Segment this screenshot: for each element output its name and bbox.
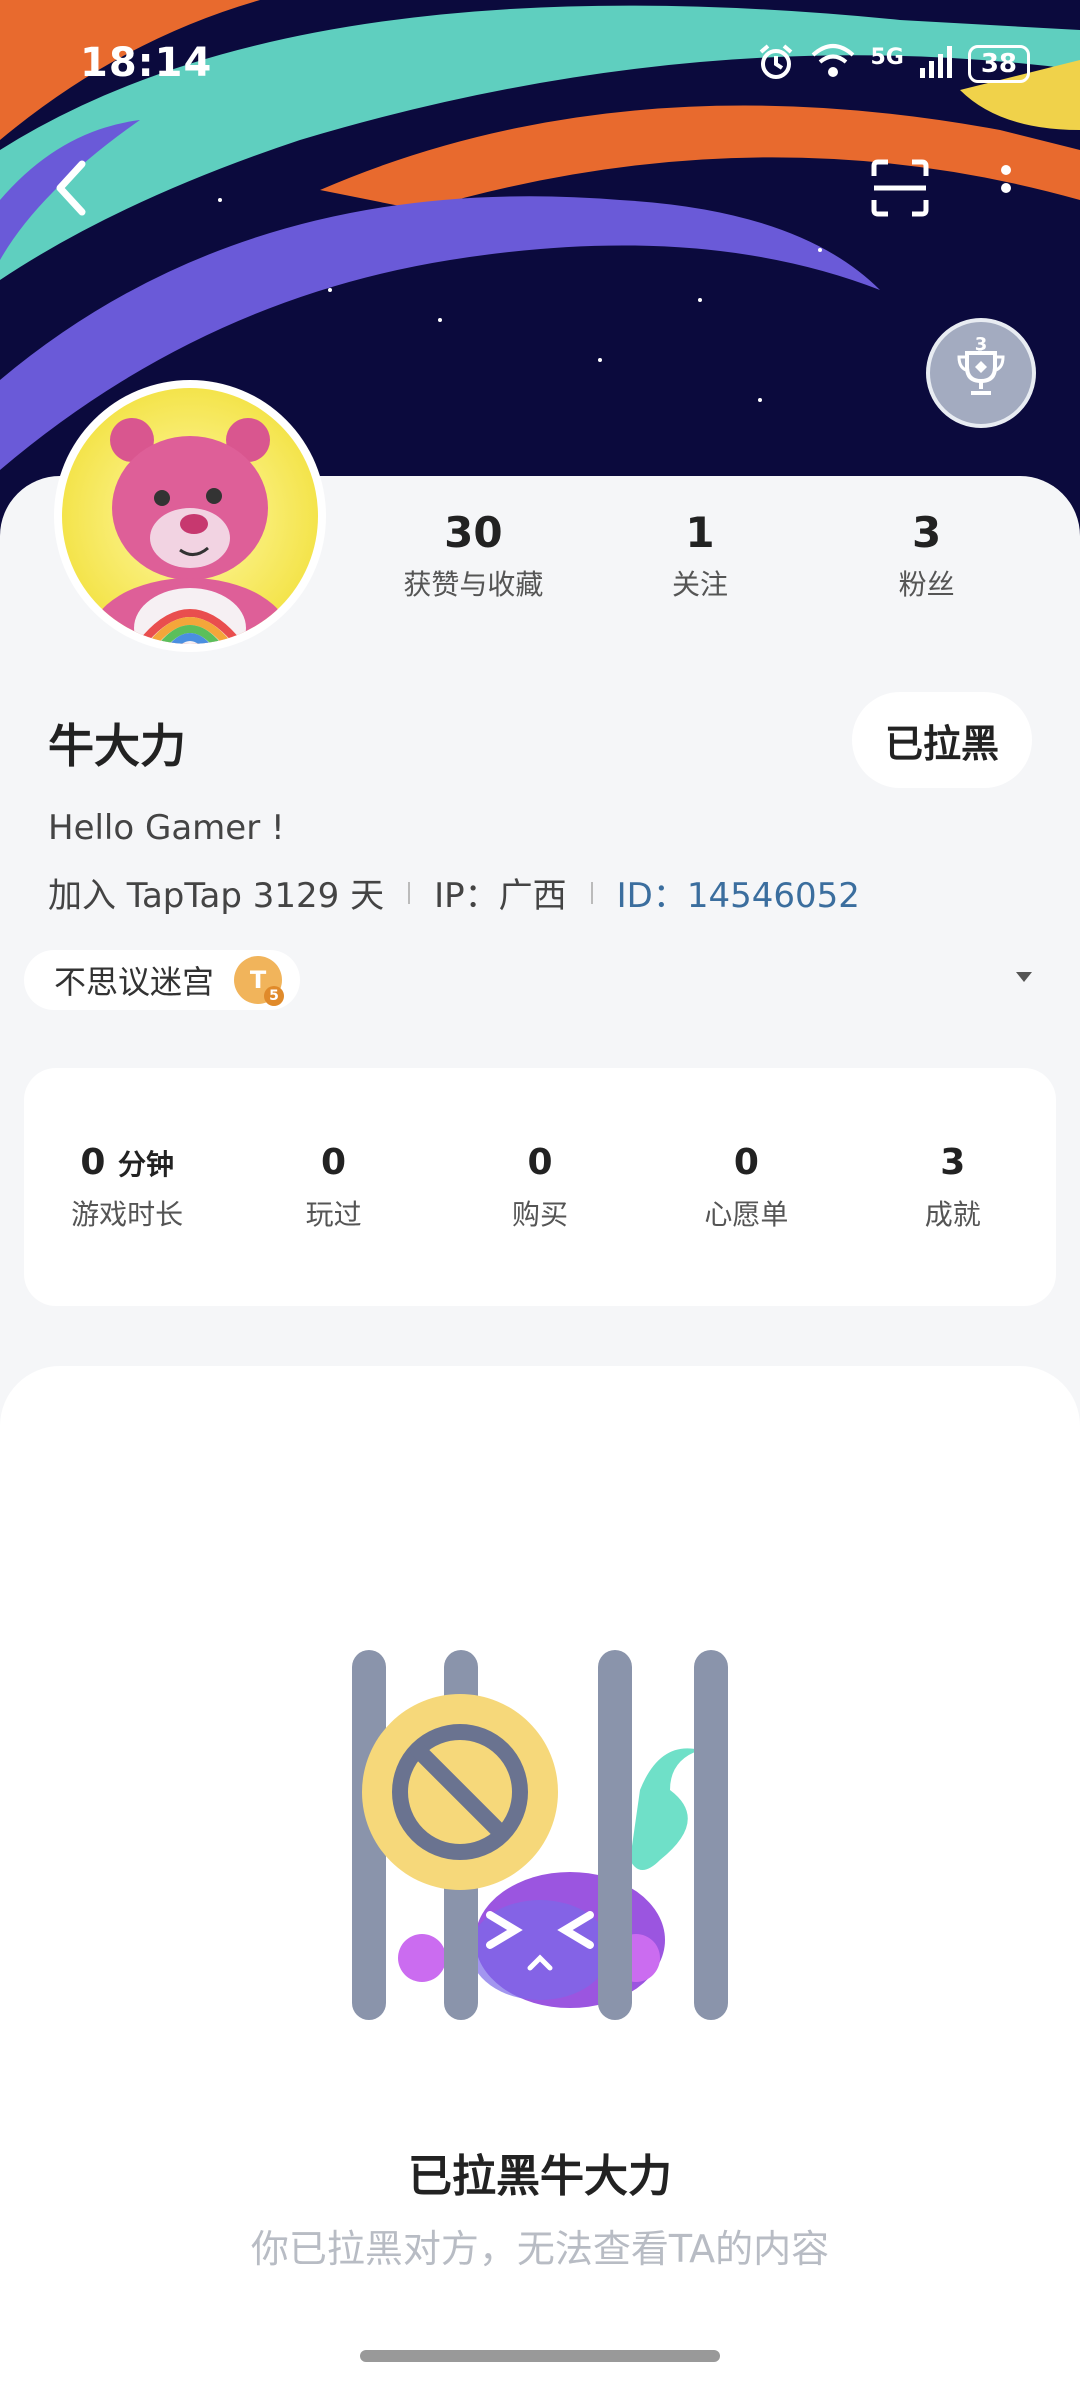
achievements-label: 成就 xyxy=(924,1197,981,1231)
home-indicator[interactable] xyxy=(360,2350,720,2362)
more-button[interactable] xyxy=(966,150,1046,230)
profile-name: 牛大力 xyxy=(48,719,186,773)
status-bar: 18:14 5G 38 xyxy=(0,0,1080,130)
ip-location: IP：广西 xyxy=(434,876,567,916)
scan-icon xyxy=(870,158,930,222)
stat-followers-label: 粉丝 xyxy=(898,568,955,601)
stat-followers-value: 3 xyxy=(912,508,942,557)
achievement-badge[interactable]: 3 xyxy=(926,318,1036,428)
achievement-badge-count: 3 xyxy=(974,334,988,355)
profile-meta: 加入 TapTap 3129 天 IP：广西 ID：14546052 xyxy=(48,868,860,917)
more-vertical-icon xyxy=(996,158,1016,222)
playtime-label: 游戏时长 xyxy=(71,1197,184,1231)
divider xyxy=(590,881,593,904)
taptap-level-icon: T 5 xyxy=(234,956,285,1006)
chevron-left-icon xyxy=(50,158,90,222)
stat-following-value: 1 xyxy=(685,508,715,557)
social-stats: 30 获赞与收藏 1 关注 3 粉丝 xyxy=(360,508,1040,603)
stat-played[interactable]: 0 玩过 xyxy=(244,1142,424,1233)
battery-level: 38 xyxy=(980,49,1017,79)
network-label: 5G xyxy=(870,44,904,70)
stat-likes-label: 获赞与收藏 xyxy=(403,568,544,601)
caret-down-icon[interactable] xyxy=(1016,972,1032,982)
stat-likes[interactable]: 30 获赞与收藏 xyxy=(373,508,573,603)
stat-likes-value: 30 xyxy=(444,508,503,557)
achievements-value: 3 xyxy=(940,1141,966,1183)
empty-state-title: 已拉黑牛大力 xyxy=(408,2151,672,2202)
playtime-unit: 分钟 xyxy=(117,1147,174,1181)
purchased-label: 购买 xyxy=(511,1197,568,1231)
scan-button[interactable] xyxy=(860,150,940,230)
stat-purchased[interactable]: 0 购买 xyxy=(450,1142,630,1233)
join-days: 加入 TapTap 3129 天 xyxy=(48,876,385,916)
game-tag[interactable]: 不思议迷宫 T 5 xyxy=(24,950,301,1010)
back-button[interactable] xyxy=(30,150,110,230)
stat-wishlist[interactable]: 0 心愿单 xyxy=(656,1142,836,1233)
playtime-value: 0 xyxy=(80,1141,106,1183)
profile-bio: Hello Gamer ! xyxy=(48,808,285,848)
taptap-level-number: 5 xyxy=(264,986,285,1006)
signal-icon xyxy=(918,44,954,84)
wishlist-value: 0 xyxy=(733,1141,759,1183)
stat-following[interactable]: 1 关注 xyxy=(600,508,800,603)
status-time: 18:14 xyxy=(80,40,213,86)
avatar[interactable] xyxy=(54,380,326,652)
played-value: 0 xyxy=(321,1141,347,1183)
wishlist-label: 心愿单 xyxy=(704,1197,789,1231)
game-tag-label: 不思议迷宫 xyxy=(54,963,215,1001)
avatar-image xyxy=(62,388,318,644)
divider xyxy=(408,881,411,904)
blocked-illustration xyxy=(340,1640,740,2040)
purchased-value: 0 xyxy=(527,1141,553,1183)
played-label: 玩过 xyxy=(305,1197,362,1231)
taptap-level-letter: T xyxy=(249,966,267,994)
stat-playtime[interactable]: 0 分钟 游戏时长 xyxy=(37,1142,217,1233)
empty-state-subtitle: 你已拉黑对方，无法查看TA的内容 xyxy=(250,2227,830,2271)
wifi-icon xyxy=(810,43,856,85)
battery-indicator: 38 xyxy=(967,45,1030,83)
blocked-button[interactable]: 已拉黑 xyxy=(852,692,1032,788)
stat-following-label: 关注 xyxy=(671,568,728,601)
status-icons: 5G 38 xyxy=(756,42,1030,86)
game-stats-card: 0 分钟 游戏时长 0 玩过 0 购买 0 心愿单 3 成就 xyxy=(24,1068,1056,1306)
user-id[interactable]: ID：14546052 xyxy=(617,868,860,917)
alarm-icon xyxy=(756,42,796,86)
stat-followers[interactable]: 3 粉丝 xyxy=(827,508,1027,603)
stat-achievements[interactable]: 3 成就 xyxy=(863,1142,1043,1233)
